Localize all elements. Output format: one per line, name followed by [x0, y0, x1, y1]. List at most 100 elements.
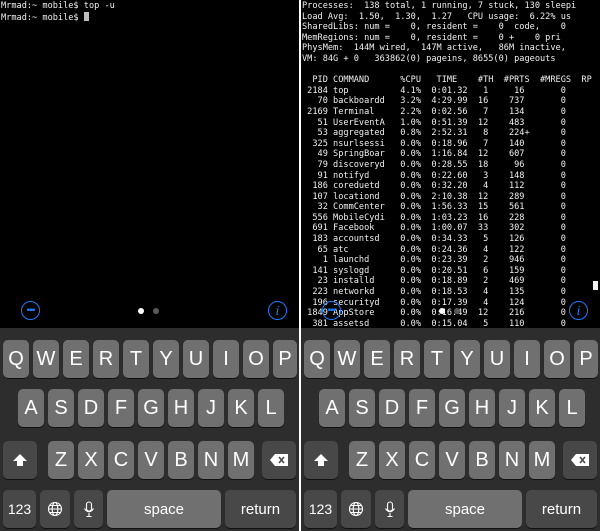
key-k[interactable]: K [529, 389, 555, 427]
key-u[interactable]: U [183, 340, 209, 378]
key-e[interactable]: E [63, 340, 89, 378]
key-n[interactable]: N [198, 441, 224, 479]
globe-key[interactable] [341, 490, 371, 528]
key-f[interactable]: F [108, 389, 134, 427]
key-w[interactable]: W [334, 340, 360, 378]
shift-key[interactable] [304, 441, 338, 479]
keyboard: Q W E R T Y U I O P A S D F G H J K L Z [0, 328, 299, 531]
key-o[interactable]: O [544, 340, 570, 378]
microphone-key[interactable] [375, 490, 404, 528]
key-d[interactable]: D [78, 389, 104, 427]
process-row: 91 notifyd 0.0% 0:22.60 3 148 0 [302, 170, 566, 181]
key-w[interactable]: W [33, 340, 59, 378]
page-indicator[interactable] [138, 308, 159, 314]
key-j[interactable]: J [499, 389, 525, 427]
process-row: 53 aggregated 0.8% 2:52.31 8 224+ 0 [302, 128, 566, 139]
keyboard-icon: ▪▪▪ [327, 304, 337, 316]
key-q[interactable]: Q [304, 340, 330, 378]
numbers-key[interactable]: 123 [3, 490, 36, 528]
numbers-key[interactable]: 123 [304, 490, 337, 528]
process-row: 186 coreduetd 0.0% 0:32.20 4 112 0 [302, 181, 566, 192]
key-m[interactable]: M [529, 441, 555, 479]
return-key[interactable]: return [526, 490, 597, 528]
keyboard-row-1: Q W E R T Y U I O P [0, 340, 299, 378]
keyboard-toggle-button[interactable]: ▪▪▪ [322, 301, 341, 320]
delete-icon [571, 454, 589, 466]
page-dot-1[interactable] [138, 308, 144, 314]
key-y[interactable]: Y [454, 340, 480, 378]
page-indicator[interactable] [439, 308, 460, 314]
info-button[interactable]: i [569, 301, 588, 320]
process-row: 141 syslogd 0.0% 0:20.51 6 159 0 [302, 265, 566, 276]
space-key[interactable]: space [408, 490, 522, 528]
key-g[interactable]: G [138, 389, 164, 427]
key-o[interactable]: O [243, 340, 269, 378]
keyboard-row-3: Z X C V B N M [301, 441, 600, 479]
key-u[interactable]: U [484, 340, 510, 378]
key-h[interactable]: H [469, 389, 495, 427]
page-dot-2[interactable] [153, 308, 159, 314]
key-y[interactable]: Y [153, 340, 179, 378]
key-l[interactable]: L [258, 389, 284, 427]
keyboard-row-1: Q W E R T Y U I O P [301, 340, 600, 378]
info-icon: i [576, 303, 581, 318]
keyboard: Q W E R T Y U I O P A S D F G H J K L Z [301, 328, 600, 531]
key-i[interactable]: I [514, 340, 540, 378]
key-k[interactable]: K [228, 389, 254, 427]
key-s[interactable]: S [48, 389, 74, 427]
key-t[interactable]: T [123, 340, 149, 378]
key-e[interactable]: E [364, 340, 390, 378]
key-a[interactable]: A [18, 389, 44, 427]
key-p[interactable]: P [273, 340, 297, 378]
shift-icon [13, 454, 27, 466]
keyboard-toggle-button[interactable]: ▪▪▪ [21, 301, 40, 320]
process-row: 2169 Terminal 2.2% 0:02.56 7 134 0 [302, 106, 566, 117]
return-key[interactable]: return [225, 490, 296, 528]
key-b[interactable]: B [168, 441, 194, 479]
key-z[interactable]: Z [48, 441, 74, 479]
key-r[interactable]: R [394, 340, 420, 378]
key-b[interactable]: B [469, 441, 495, 479]
key-n[interactable]: N [499, 441, 525, 479]
top-output[interactable]: Processes: 138 total, 1 running, 7 stuck… [302, 1, 600, 329]
shift-key[interactable] [3, 441, 37, 479]
top-header-line: PhysMem: 144M wired, 147M active, 86M in… [302, 43, 566, 54]
page-dot-2[interactable] [454, 308, 460, 314]
microphone-key[interactable] [74, 490, 103, 528]
globe-icon [47, 501, 63, 517]
top-header-line: VM: 84G + 0 363862(0) pageins, 8655(0) p… [302, 53, 556, 64]
key-a[interactable]: A [319, 389, 345, 427]
key-c[interactable]: C [108, 441, 134, 479]
process-row: 556 MobileCydi 0.0% 1:03.23 16 228 0 [302, 212, 566, 223]
process-row: 23 installd 0.0% 0:18.89 2 469 0 [302, 276, 566, 287]
key-s[interactable]: S [349, 389, 375, 427]
key-d[interactable]: D [379, 389, 405, 427]
process-row: 2184 top 4.1% 0:01.32 1 16 0 [302, 85, 566, 96]
key-f[interactable]: F [409, 389, 435, 427]
key-l[interactable]: L [559, 389, 585, 427]
key-j[interactable]: J [198, 389, 224, 427]
key-z[interactable]: Z [349, 441, 375, 479]
key-x[interactable]: X [379, 441, 405, 479]
space-key[interactable]: space [107, 490, 221, 528]
key-v[interactable]: V [138, 441, 164, 479]
process-row: 65 atc 0.0% 0:24.36 4 122 0 [302, 244, 566, 255]
key-x[interactable]: X [78, 441, 104, 479]
key-p[interactable]: P [574, 340, 598, 378]
globe-key[interactable] [40, 490, 70, 528]
page-dot-1[interactable] [439, 308, 445, 314]
terminal-output[interactable]: Mrmad:~ mobile$ top -u Mrmad:~ mobile$ [1, 1, 299, 23]
delete-key[interactable] [563, 441, 597, 479]
info-button[interactable]: i [268, 301, 287, 320]
key-r[interactable]: R [93, 340, 119, 378]
key-g[interactable]: G [439, 389, 465, 427]
delete-key[interactable] [262, 441, 296, 479]
key-h[interactable]: H [168, 389, 194, 427]
terminal-cursor [593, 281, 598, 290]
key-t[interactable]: T [424, 340, 450, 378]
key-c[interactable]: C [409, 441, 435, 479]
key-q[interactable]: Q [3, 340, 29, 378]
key-v[interactable]: V [439, 441, 465, 479]
key-m[interactable]: M [228, 441, 254, 479]
key-i[interactable]: I [213, 340, 239, 378]
